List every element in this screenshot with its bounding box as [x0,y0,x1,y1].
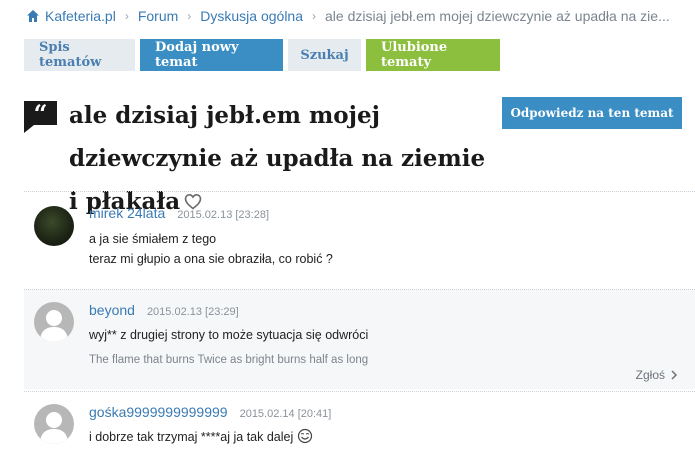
default-avatar-icon [40,310,68,342]
post: gośka9999999999999 2015.02.14 [20:41] i … [24,392,695,458]
post-body-line: teraz mi głupio a ona sie obraziła, co r… [89,252,333,266]
avatar[interactable] [34,404,74,444]
post-author[interactable]: beyond [89,302,135,318]
breadcrumb-forum-link[interactable]: Forum [138,8,178,24]
avatar[interactable] [34,206,74,246]
quote-icon: “ [24,99,57,133]
post-header: gośka9999999999999 2015.02.14 [20:41] [89,404,331,420]
svg-text:“: “ [34,101,48,128]
post: mirek 24lata 2015.02.13 [23:28] a ja sie… [24,192,695,284]
breadcrumb-home-link[interactable]: Kafeteria.pl [45,8,116,24]
forum-tabs: Spis tematów Dodaj nowy temat Szukaj Ulu… [24,39,500,71]
post-author[interactable]: gośka9999999999999 [89,404,228,420]
breadcrumb: Kafeteria.pl › Forum › Dyskusja ogólna ›… [26,6,691,26]
tab-topic-list[interactable]: Spis tematów [24,39,135,71]
breadcrumb-separator-icon: › [312,9,317,23]
chevron-right-icon [671,370,678,380]
post-signature: The flame that burns Twice as bright bur… [89,354,369,366]
breadcrumb-category-link[interactable]: Dyskusja ogólna [200,8,303,24]
post-author[interactable]: mirek 24lata [89,205,165,221]
avatar[interactable] [34,302,74,342]
tab-favorites[interactable]: Ulubione tematy [366,39,500,71]
post-date: 2015.02.13 [23:29] [146,306,239,318]
report-label: Zgłoś [635,368,665,382]
post-body-line: i dobrze tak trzymaj ****aj ja tak dalej [89,430,294,444]
post: beyond 2015.02.13 [23:29] wyj** z drugie… [24,290,695,389]
post-body: i dobrze tak trzymaj ****aj ja tak dalej [89,427,313,447]
smiley-icon [297,428,313,444]
post-body: a ja sie śmiałem z tego teraz mi głupio … [89,229,333,269]
post-header: mirek 24lata 2015.02.13 [23:28] [89,205,269,221]
breadcrumb-current: ale dzisiaj jebł.em mojej dziewczynie aż… [325,8,670,24]
post-body: wyj** z drugiej strony to może sytuacja … [89,325,368,345]
post-body-line: a ja sie śmiałem z tego [89,232,217,246]
tab-new-topic[interactable]: Dodaj nowy temat [140,39,283,71]
home-icon[interactable] [26,9,40,23]
post-header: beyond 2015.02.13 [23:29] [89,302,239,318]
breadcrumb-separator-icon: › [124,9,129,23]
post-body-line: wyj** z drugiej strony to może sytuacja … [89,328,369,342]
report-button[interactable]: Zgłoś [636,368,678,382]
breadcrumb-separator-icon: › [187,9,192,23]
tab-search[interactable]: Szukaj [288,39,361,71]
default-avatar-icon [40,412,68,444]
reply-button[interactable]: Odpowiedz na ten temat [502,97,682,129]
post-date: 2015.02.14 [20:41] [239,408,332,420]
post-date: 2015.02.13 [23:28] [177,209,270,221]
